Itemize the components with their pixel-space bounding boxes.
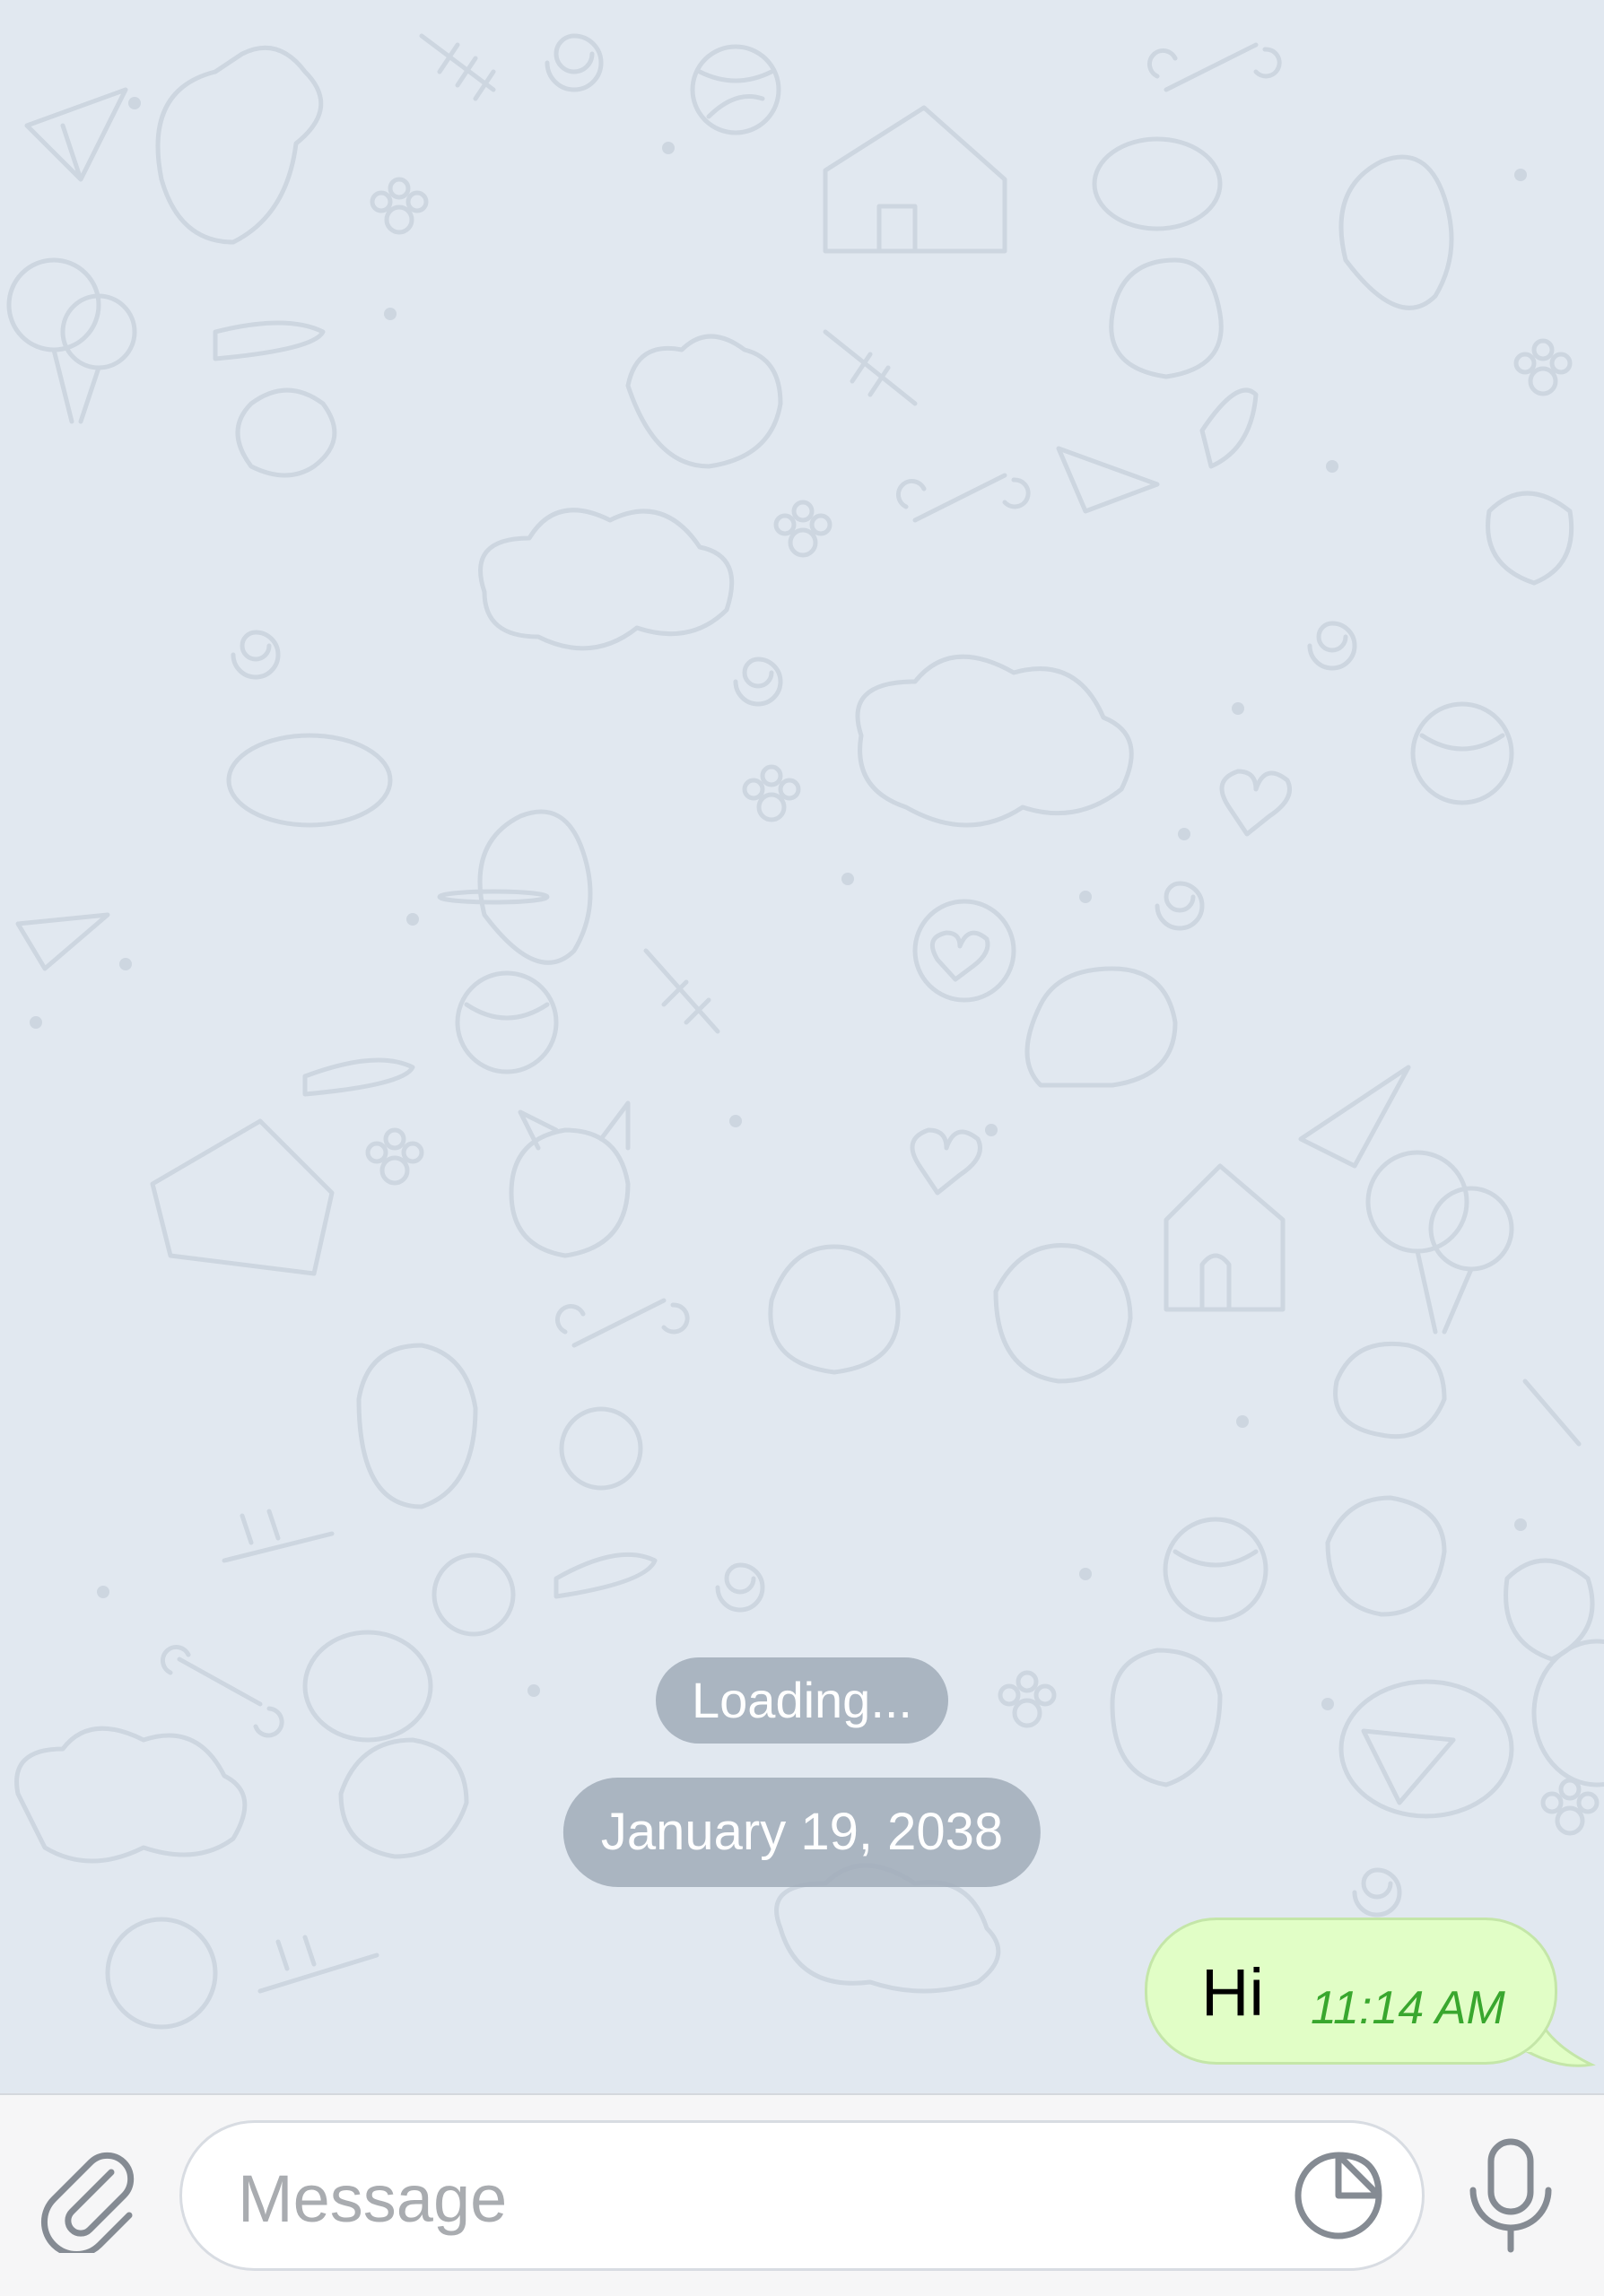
message-time: 11:14 AM <box>1311 1982 1505 2034</box>
loading-indicator: Loading... <box>656 1657 948 1744</box>
message-text: Hi <box>1201 1955 1264 2030</box>
paperclip-icon <box>40 2152 135 2253</box>
date-separator: January 19, 2038 <box>562 1778 1042 1887</box>
message-input[interactable]: Message <box>179 2120 1425 2271</box>
sticker-button[interactable] <box>1289 2146 1388 2245</box>
attach-button[interactable] <box>36 2145 144 2253</box>
message-placeholder: Message <box>238 2161 508 2236</box>
voice-button[interactable] <box>1457 2136 1565 2255</box>
chat-area[interactable]: Loading... January 19, 2038 Hi 11:14 AM <box>0 0 1604 2093</box>
sticker-icon <box>1295 2152 1382 2239</box>
input-bar: Message <box>0 2093 1604 2296</box>
microphone-icon <box>1469 2138 1552 2253</box>
outgoing-message[interactable]: Hi 11:14 AM <box>1145 1918 1557 2065</box>
